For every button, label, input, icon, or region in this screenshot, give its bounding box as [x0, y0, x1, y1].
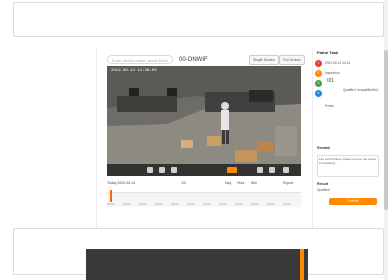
tick-label: 14:00 — [219, 202, 227, 206]
stat-qualified: Qualified — [343, 88, 356, 92]
page-scrollbar[interactable] — [384, 0, 388, 280]
pause-icon[interactable] — [159, 167, 165, 173]
single-screen-button[interactable]: Single Screen — [249, 55, 279, 65]
submit-button[interactable]: Submit — [329, 198, 377, 205]
remark-label: Remark — [317, 146, 331, 150]
main-panel: Enter device name, press Enter 00-ONWIF … — [96, 48, 311, 233]
tick-label: 04:00 — [139, 202, 147, 206]
tick-label: 08:00 — [171, 202, 179, 206]
stat-unqualified: Unqualified — [357, 88, 373, 92]
remark-textarea[interactable]: Fire exit blocked, please remove the box… — [317, 155, 379, 177]
patrol-sidebar: Patrol Task 1 2022-09-14 10:14 2 Inspect… — [312, 48, 383, 233]
video-frame — [107, 66, 301, 176]
speed-button[interactable] — [227, 167, 237, 173]
task-time: 2022-09-14 10:14 — [325, 61, 351, 65]
fullscreen-icon[interactable] — [283, 167, 289, 173]
progress-count: 0/1 — [327, 78, 334, 84]
strip-marker — [300, 249, 304, 280]
result-value[interactable]: Qualified — [317, 188, 330, 192]
tick-label: 20:00 — [267, 202, 275, 206]
scrollbar-thumb[interactable] — [384, 50, 388, 210]
tick-label: 10:00 — [187, 202, 195, 206]
tick-label: 06:00 — [155, 202, 163, 206]
mode-day-button[interactable]: Day — [225, 179, 231, 187]
top-overlay-panel — [13, 2, 384, 37]
tick-label: 22:00 — [283, 202, 291, 206]
badge-orange: 2 — [315, 70, 322, 77]
top-bar — [0, 0, 392, 48]
camera-name[interactable]: 00-ONWIF — [179, 54, 208, 66]
timeline-cursor[interactable] — [110, 190, 112, 202]
tick-label: 02:00 — [123, 202, 131, 206]
video-controls — [107, 164, 301, 176]
bottom-dark-strip — [86, 249, 308, 280]
device-search-input[interactable]: Enter device name, press Enter — [107, 55, 173, 64]
forward-icon[interactable] — [171, 167, 177, 173]
result-label: Result — [317, 182, 328, 186]
badge-green: 3 — [315, 80, 322, 87]
video-player[interactable]: 2022-09-14 11:38:06 — [107, 66, 301, 176]
date-label[interactable]: Today 2022-09-14 — [107, 179, 135, 187]
tick-label: 16:00 — [235, 202, 243, 206]
stat-na: N/A — [373, 88, 379, 92]
mode-hour-button[interactable]: Hour — [237, 179, 245, 187]
tick-label: 00:00 — [107, 202, 115, 206]
export-button[interactable]: Export — [283, 179, 293, 187]
full-screen-button[interactable]: Full Screen — [279, 55, 305, 65]
video-toolbar: Enter device name, press Enter 00-ONWIF … — [107, 54, 307, 66]
tick-label: 12:00 — [203, 202, 211, 206]
badge-red: 1 — [315, 60, 322, 67]
badge-blue: 4 — [315, 90, 322, 97]
date-navigation: Today 2022-09-14 1/4 Day Hour Min Export — [107, 179, 307, 187]
sidebar-title: Patrol Task — [317, 50, 339, 55]
tick-label: 18:00 — [251, 202, 259, 206]
mode-min-button[interactable]: Min — [251, 179, 257, 187]
task-type: Inspection — [325, 71, 340, 75]
timeline-ticks: 00:00 02:00 04:00 06:00 08:00 10:00 12:0… — [107, 202, 301, 207]
zoom-label[interactable]: 1/4 — [181, 179, 186, 187]
video-timestamp: 2022-09-14 11:38:06 — [111, 69, 157, 73]
rewind-icon[interactable] — [147, 167, 153, 173]
points-label: Points — [325, 104, 334, 108]
record-icon[interactable] — [269, 167, 275, 173]
snapshot-icon[interactable] — [257, 167, 263, 173]
playback-timeline[interactable]: 00:00 02:00 04:00 06:00 08:00 10:00 12:0… — [107, 190, 301, 207]
